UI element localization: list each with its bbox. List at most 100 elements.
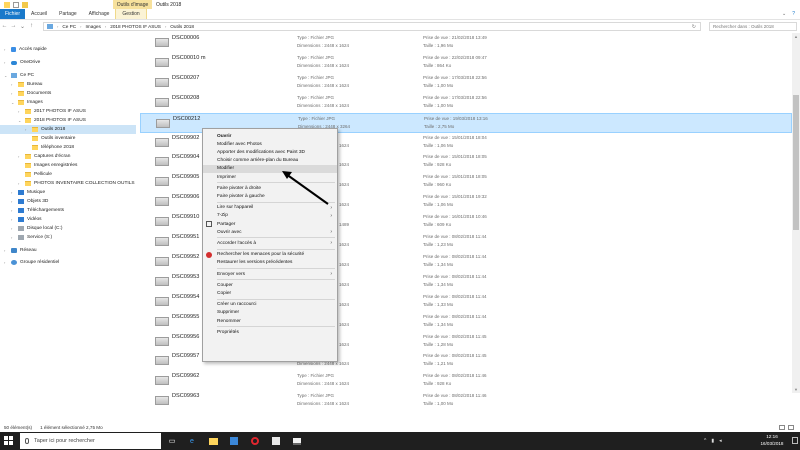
file-row[interactable]: DSC00010 m Type : Fichier JPG Dimensions :…: [140, 53, 792, 73]
vertical-scrollbar[interactable]: ▲ ▼: [792, 33, 800, 393]
nav-item[interactable]: › PHOTOS INVENTAIRE COLLECTION OUTILS: [0, 179, 135, 188]
chevron-right-icon[interactable]: ›: [11, 91, 15, 96]
help-icon[interactable]: ?: [792, 11, 795, 17]
chevron-right-icon[interactable]: ›: [18, 154, 22, 159]
file-row[interactable]: DSC09962 Type : Fichier JPG Dimensions : 2…: [140, 371, 792, 391]
context-menu-item[interactable]: Supprimer: [203, 309, 337, 317]
chevron-right-icon[interactable]: ›: [11, 190, 15, 195]
context-menu-item[interactable]: Copier: [203, 289, 337, 297]
chevron-right-icon[interactable]: ›: [11, 235, 15, 240]
context-menu-item[interactable]: Créer un raccourci: [203, 301, 337, 309]
nav-item[interactable]: Pellicule: [0, 170, 52, 179]
nav-item[interactable]: › Outils 2018: [0, 125, 136, 134]
details-view-icon[interactable]: [779, 425, 785, 430]
context-menu-item[interactable]: Ouvrir: [203, 132, 337, 140]
chevron-right-icon[interactable]: ›: [4, 47, 8, 52]
file-row[interactable]: DSC00006 Type : Fichier JPG Dimensions : 2…: [140, 33, 792, 53]
photos-icon[interactable]: [291, 435, 303, 447]
context-menu-item[interactable]: Ouvrir avec ›: [203, 228, 337, 236]
nav-item[interactable]: ⌄ Ce PC: [0, 71, 34, 80]
chevron-right-icon[interactable]: ›: [11, 199, 15, 204]
search-input[interactable]: Rechercher dans : Outils 2018: [709, 22, 797, 31]
nav-item[interactable]: › Téléchargements: [0, 206, 64, 215]
chevron-right-icon[interactable]: ›: [18, 109, 22, 114]
scroll-up-icon[interactable]: ▲: [792, 33, 800, 40]
chevron-right-icon[interactable]: ›: [11, 217, 15, 222]
context-menu-item[interactable]: Propriétés: [203, 328, 337, 336]
context-menu-item[interactable]: Restaurer les versions précédentes: [203, 259, 337, 267]
nav-item[interactable]: › Bureau: [0, 80, 42, 89]
chevron-right-icon[interactable]: ›: [11, 226, 15, 231]
up-icon[interactable]: ↑: [27, 22, 36, 31]
network-icon[interactable]: ▮: [711, 438, 714, 444]
taskbar-search[interactable]: Taper ici pour rechercher: [20, 433, 161, 449]
nav-item[interactable]: › Accès rapide: [0, 45, 47, 54]
task-view-icon[interactable]: ▭: [166, 435, 178, 447]
large-icons-view-icon[interactable]: [788, 425, 794, 430]
nav-item[interactable]: ⌄ Images: [0, 98, 43, 107]
maps-icon[interactable]: [270, 435, 282, 447]
nav-item[interactable]: Outils inventaire: [0, 134, 75, 143]
tab-share[interactable]: Partage: [53, 9, 83, 19]
nav-item[interactable]: téléphone 2018: [0, 143, 74, 152]
file-row[interactable]: DSC00207 Type : Fichier JPG Dimensions : 2…: [140, 73, 792, 93]
scrollbar-thumb[interactable]: [793, 95, 799, 230]
context-menu-item[interactable]: Modifier avec Photos: [203, 140, 337, 148]
breadcrumb-outils-2018[interactable]: Outils 2018: [170, 24, 194, 29]
back-icon[interactable]: ←: [0, 22, 9, 31]
nav-item[interactable]: Images enregistrées: [0, 161, 77, 170]
tab-file[interactable]: Fichier: [0, 9, 26, 19]
chevron-down-icon[interactable]: ⌄: [18, 118, 22, 123]
file-explorer-icon[interactable]: [207, 435, 219, 447]
file-row[interactable]: DSC00208 Type : Fichier JPG Dimensions : 2…: [140, 93, 792, 113]
chevron-down-icon[interactable]: ⌄: [4, 73, 8, 78]
nav-item[interactable]: › Réseau: [0, 246, 37, 255]
chevron-right-icon[interactable]: ›: [4, 260, 8, 265]
scroll-down-icon[interactable]: ▼: [792, 386, 800, 393]
chevron-right-icon[interactable]: ›: [11, 82, 15, 87]
chevron-right-icon[interactable]: ›: [4, 60, 8, 65]
chevron-right-icon[interactable]: ›: [25, 127, 29, 132]
nav-item[interactable]: › 2017 PHOTOS IF ASUS: [0, 107, 86, 116]
nav-item[interactable]: › Groupe résidentiel: [0, 258, 59, 267]
store-icon[interactable]: [228, 435, 240, 447]
opera-icon[interactable]: [249, 435, 261, 447]
chevron-down-icon[interactable]: ⌄: [11, 100, 15, 105]
clock[interactable]: 12:16 16/03/2018: [752, 434, 792, 447]
refresh-icon[interactable]: ↻: [692, 24, 696, 30]
forward-icon[interactable]: →: [9, 22, 18, 31]
context-menu-item[interactable]: Rechercher les menaces pour la sécurité: [203, 251, 337, 259]
nav-item[interactable]: ⌄ 2018 PHOTOS IF ASUS: [0, 116, 86, 125]
nav-item[interactable]: › Documents: [0, 89, 51, 98]
context-menu-item[interactable]: Choisir comme arrière-plan du Bureau: [203, 157, 337, 165]
breadcrumb-2018-photos[interactable]: 2018 PHOTOS IF ASUS: [110, 24, 161, 29]
properties-icon[interactable]: [13, 1, 19, 8]
nav-item[interactable]: › Objets 3D: [0, 197, 48, 206]
context-menu-item[interactable]: Couper: [203, 281, 337, 289]
nav-item[interactable]: › Vidéos: [0, 215, 42, 224]
nav-item[interactable]: › Disque local (C:): [0, 224, 62, 233]
chevron-right-icon[interactable]: ›: [4, 248, 8, 253]
context-menu-item[interactable]: Partager: [203, 220, 337, 228]
start-button[interactable]: [4, 436, 14, 446]
chevron-right-icon[interactable]: ›: [11, 208, 15, 213]
context-menu-item[interactable]: Renommer: [203, 317, 337, 325]
nav-item[interactable]: › Service (S:): [0, 233, 52, 242]
chevron-right-icon[interactable]: ›: [18, 181, 22, 186]
new-folder-icon[interactable]: [22, 1, 28, 8]
tab-home[interactable]: Accueil: [25, 9, 53, 19]
context-menu-item[interactable]: 7-Zip ›: [203, 212, 337, 220]
chevron-down-icon[interactable]: ⌄: [782, 11, 786, 17]
show-hidden-icons-icon[interactable]: ^: [704, 438, 706, 444]
notifications-icon[interactable]: [792, 437, 798, 444]
nav-item[interactable]: › Captures d'écran: [0, 152, 70, 161]
context-menu-item[interactable]: Envoyer vers ›: [203, 270, 337, 278]
nav-item[interactable]: › OneDrive: [0, 58, 40, 67]
volume-icon[interactable]: ◂: [719, 438, 722, 444]
tab-view[interactable]: Affichage: [83, 9, 116, 19]
address-bar[interactable]: › Ce PC › Images › 2018 PHOTOS IF ASUS ›…: [43, 22, 701, 31]
recent-locations-icon[interactable]: ⌄: [18, 22, 27, 31]
breadcrumb-this-pc[interactable]: Ce PC: [62, 24, 76, 29]
context-menu-item[interactable]: Apporter des modifications avec Paint 3D: [203, 148, 337, 156]
edge-icon[interactable]: e: [186, 435, 198, 447]
